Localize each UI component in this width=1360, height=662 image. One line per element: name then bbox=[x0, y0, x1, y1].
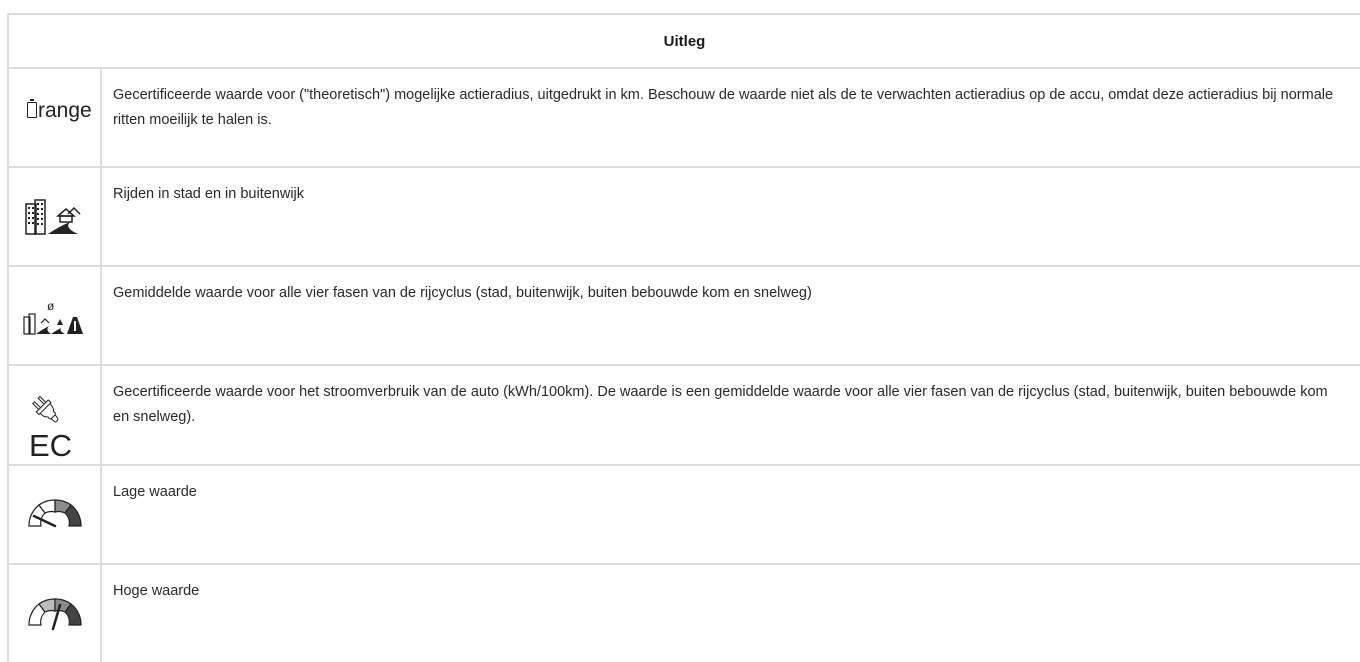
battery-range-icon: range bbox=[27, 99, 92, 123]
icon-cell: ø bbox=[7, 267, 102, 364]
gauge-low-icon bbox=[28, 499, 82, 528]
average-symbol: ø bbox=[47, 299, 55, 313]
icon-cell: range bbox=[7, 69, 102, 166]
row-text: Gemiddelde waarde voor alle vier fasen v… bbox=[113, 285, 812, 301]
city-suburb-icon bbox=[25, 199, 81, 235]
row-text: Rijden in stad en in buitenwijk bbox=[113, 186, 305, 202]
icon-cell: 🔌︎EC bbox=[7, 366, 102, 464]
average-all-phases-icon bbox=[23, 313, 83, 335]
explanation-table: Uitleg range Gecertificeerde waarde voor… bbox=[7, 13, 1360, 662]
header-title: Uitleg bbox=[663, 32, 706, 50]
icon-cell bbox=[7, 466, 102, 563]
table-row: Lage waarde bbox=[7, 466, 1360, 565]
table-row: range Gecertificeerde waarde voor ("theo… bbox=[7, 69, 1360, 168]
row-text: Gecertificeerde waarde voor het stroomve… bbox=[113, 384, 1328, 425]
icon-cell bbox=[7, 168, 102, 265]
row-text: Lage waarde bbox=[113, 484, 197, 500]
row-text: Hoge waarde bbox=[113, 583, 200, 599]
table-row: 🔌︎EC Gecertificeerde waarde voor het str… bbox=[7, 366, 1360, 466]
table-header: Uitleg bbox=[7, 13, 1360, 69]
row-text: Gecertificeerde waarde voor ("theoretisc… bbox=[113, 87, 1334, 128]
table-row: ø Gemiddelde waarde voor alle vier fasen… bbox=[7, 267, 1360, 366]
icon-cell bbox=[7, 565, 102, 662]
table-row: Rijden in stad en in buitenwijk bbox=[7, 168, 1360, 267]
table-row: Hoge waarde bbox=[7, 565, 1360, 662]
gauge-high-icon bbox=[28, 598, 82, 631]
plug-ec-icon: 🔌︎EC bbox=[29, 394, 73, 463]
